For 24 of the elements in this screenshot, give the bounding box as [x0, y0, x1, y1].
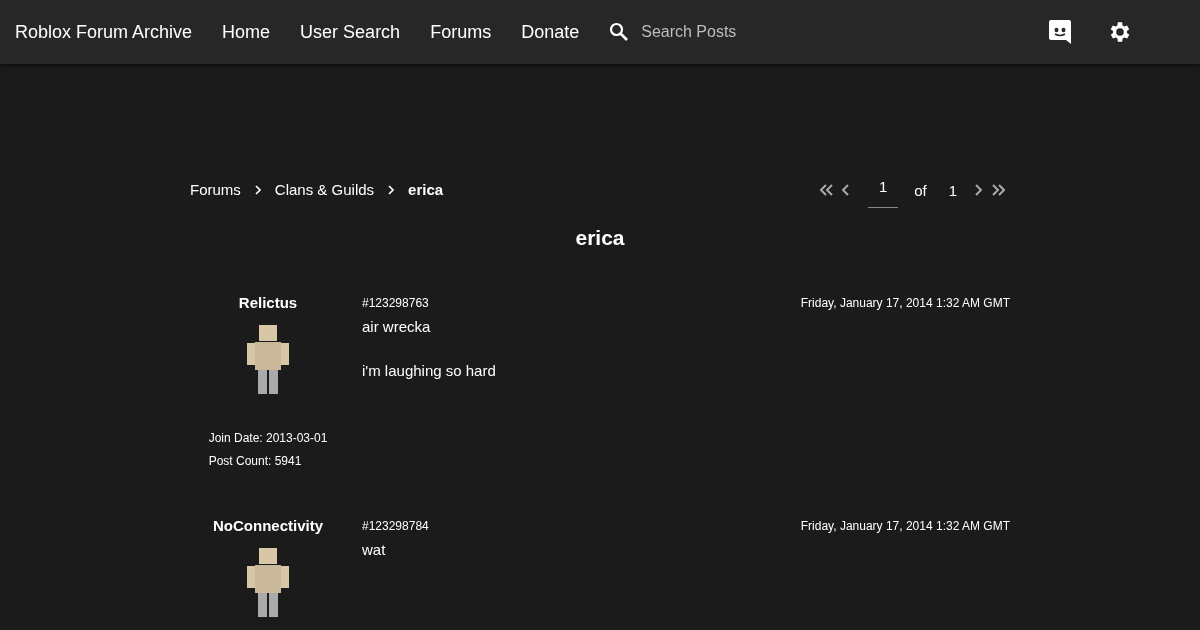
post-date: Friday, January 17, 2014 1:32 AM GMT: [800, 296, 1010, 310]
breadcrumb-link[interactable]: Clans & Guilds: [274, 181, 375, 198]
search-field[interactable]: Search Posts: [639, 22, 944, 42]
post-id: #123298784: [362, 519, 429, 533]
page-number-field[interactable]: 1: [868, 172, 899, 208]
nav-link[interactable]: Forums: [430, 21, 492, 43]
thread-title: erica: [574, 226, 626, 250]
join-date: Join Date: 2013-03-01: [208, 430, 328, 447]
author-name[interactable]: NoConnectivity: [213, 517, 323, 534]
post-count: Post Count: 5941: [208, 453, 303, 470]
post-id: #123298763: [362, 296, 429, 310]
site-title-link[interactable]: Roblox Forum Archive: [15, 21, 193, 43]
post-text: air wrecka: [362, 318, 432, 335]
of-label: of: [914, 181, 927, 199]
nav-link[interactable]: Donate: [521, 21, 580, 43]
total-pages: 1: [948, 181, 957, 199]
author-name[interactable]: Relictus: [238, 294, 298, 311]
breadcrumb-link[interactable]: Forums: [190, 181, 241, 198]
nav-link[interactable]: Home: [222, 21, 271, 43]
breadcrumb-current: erica: [408, 181, 444, 198]
nav-link[interactable]: User Search: [300, 21, 401, 43]
post-text: i'm laughing so hard: [362, 362, 497, 379]
post-text: wat: [362, 541, 387, 558]
post-date: Friday, January 17, 2014 1:32 AM GMT: [800, 519, 1010, 533]
